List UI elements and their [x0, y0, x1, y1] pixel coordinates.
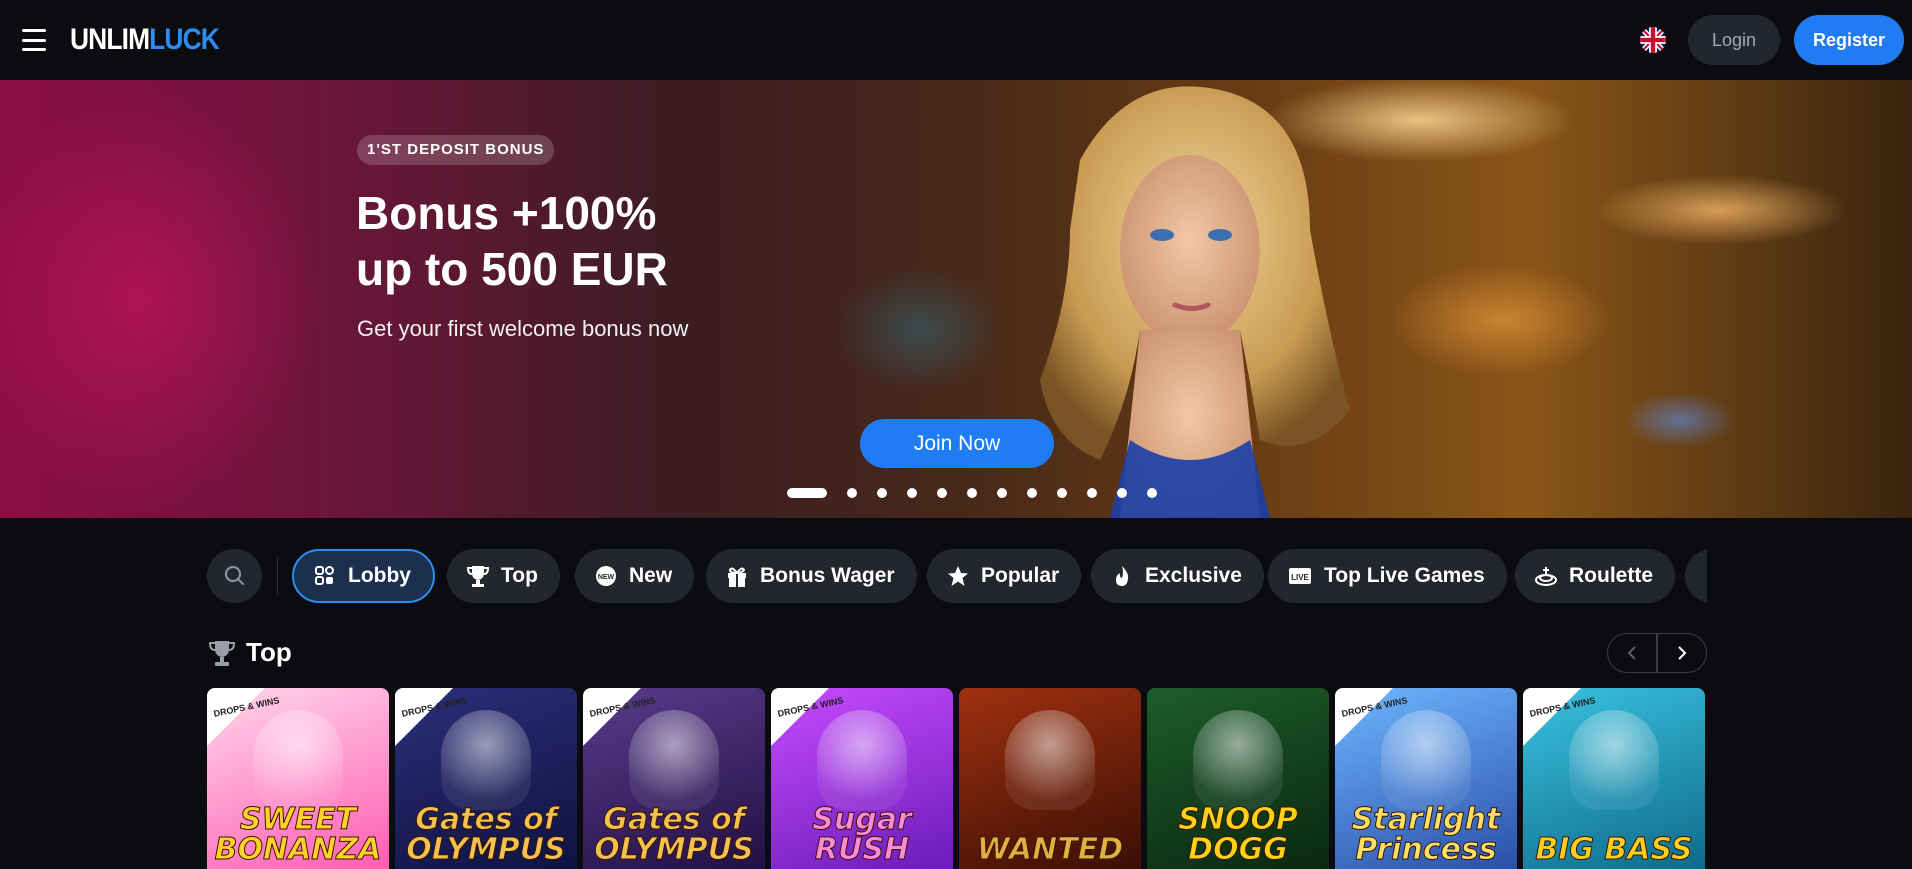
category-label: Lobby	[348, 564, 411, 587]
svg-text:NEW: NEW	[598, 574, 615, 581]
game-card[interactable]: DROPS & WINS SWEET BONANZA	[207, 688, 389, 869]
carousel-dot[interactable]	[907, 488, 917, 498]
category-label: Top	[501, 564, 538, 587]
logo-text-blue: LUCK	[149, 23, 220, 56]
carousel-dot[interactable]	[1117, 488, 1127, 498]
carousel-dot[interactable]	[1027, 488, 1037, 498]
roulette-icon	[1535, 567, 1557, 586]
game-title: SWEET BONANZA	[214, 802, 382, 867]
game-card[interactable]: DROPS & WINS Starlight Princess	[1335, 688, 1517, 869]
hero-title: Bonus +100% up to 500 EUR	[356, 185, 776, 297]
logo-text-white: UNLIM	[70, 23, 150, 56]
next-button[interactable]	[1657, 633, 1707, 673]
divider	[277, 557, 278, 595]
game-art	[1381, 710, 1471, 810]
hero-subtitle: Get your first welcome bonus now	[357, 316, 689, 341]
game-art	[1005, 710, 1095, 810]
category-label: Exclusive	[1145, 564, 1242, 587]
login-button[interactable]: Login	[1688, 15, 1780, 65]
hero-banner[interactable]: 1'ST DEPOSIT BONUS Bonus +100% up to 500…	[0, 80, 1912, 518]
game-title: Gates of OLYMPUS	[406, 802, 566, 867]
category-bar: Lobby Top NEW New Bonus Wager Popular Exclusiv…	[207, 549, 1707, 603]
join-now-button[interactable]: Join Now	[860, 419, 1054, 468]
hero-title-line2: up to 500 EUR	[356, 243, 668, 295]
site-logo[interactable]: UNLIMLUCK	[70, 22, 220, 58]
game-card[interactable]: DROPS & WINS Gates of OLYMPUS	[583, 688, 765, 869]
search-button[interactable]	[207, 549, 262, 603]
category-chip-more[interactable]	[1685, 549, 1707, 603]
new-badge-icon: NEW	[596, 566, 616, 586]
game-card[interactable]: WANTED	[959, 688, 1141, 869]
game-title: SNOOP DOGG	[1178, 802, 1299, 867]
hero-title-line1: Bonus +100%	[356, 187, 657, 239]
game-card[interactable]: DROPS & WINS Gates of OLYMPUS	[395, 688, 577, 869]
game-art	[1193, 710, 1283, 810]
game-card[interactable]: SNOOP DOGG	[1147, 688, 1329, 869]
category-chip-lobby[interactable]: Lobby	[292, 549, 435, 603]
carousel-dot[interactable]	[787, 488, 827, 498]
gift-icon	[728, 567, 746, 587]
category-label: New	[629, 564, 673, 587]
category-chip-bonus-wager[interactable]: Bonus Wager	[706, 549, 917, 603]
carousel-dot[interactable]	[1057, 488, 1067, 498]
chevron-right-icon	[1678, 646, 1687, 660]
game-card[interactable]: DROPS & WINS BIG BASS	[1523, 688, 1705, 869]
carousel-dot[interactable]	[997, 488, 1007, 498]
category-label: Bonus Wager	[760, 564, 895, 587]
hero-model-image	[1040, 86, 1350, 518]
category-chip-top[interactable]: Top	[447, 549, 560, 603]
carousel-dot[interactable]	[967, 488, 977, 498]
game-art	[629, 710, 719, 810]
carousel-dot[interactable]	[1087, 488, 1097, 498]
category-label: Top Live Games	[1324, 564, 1485, 587]
game-title: Gates of OLYMPUS	[594, 802, 754, 867]
game-art	[817, 710, 907, 810]
search-icon	[224, 565, 245, 586]
category-chip-exclusive[interactable]: Exclusive	[1091, 549, 1264, 603]
top-header: UNLIMLUCK Login Register	[0, 0, 1912, 80]
chevron-left-icon	[1627, 646, 1636, 660]
live-icon: LIVE	[1289, 568, 1311, 584]
game-title: Sugar RUSH	[812, 802, 912, 867]
section-title: Top	[246, 637, 292, 667]
star-icon	[948, 566, 968, 586]
flame-icon	[1116, 566, 1129, 586]
trophy-icon	[209, 641, 235, 666]
game-card[interactable]: DROPS & WINS Sugar RUSH	[771, 688, 953, 869]
game-title: WANTED	[976, 832, 1124, 867]
carousel-dot[interactable]	[847, 488, 857, 498]
lobby-icon	[315, 566, 334, 585]
register-button[interactable]: Register	[1794, 15, 1904, 65]
game-title: BIG BASS	[1535, 832, 1693, 867]
hero-badge: 1'ST DEPOSIT BONUS	[357, 135, 555, 165]
category-label: Popular	[981, 564, 1060, 587]
carousel-arrows	[1607, 633, 1707, 673]
category-chip-roulette[interactable]: Roulette	[1515, 549, 1675, 603]
uk-flag-icon[interactable]	[1640, 27, 1666, 53]
trophy-icon	[467, 566, 489, 587]
game-art	[1569, 710, 1659, 810]
prev-button[interactable]	[1607, 633, 1657, 673]
category-chip-popular[interactable]: Popular	[927, 549, 1082, 603]
category-chip-top-live-games[interactable]: LIVE Top Live Games	[1268, 549, 1507, 603]
category-chip-new[interactable]: NEW New	[575, 549, 695, 603]
carousel-dot[interactable]	[1147, 488, 1157, 498]
game-art	[253, 710, 343, 810]
menu-icon[interactable]	[22, 29, 46, 51]
game-title: Starlight Princess	[1351, 802, 1501, 867]
carousel-dot[interactable]	[937, 488, 947, 498]
carousel-dot[interactable]	[877, 488, 887, 498]
carousel-dots	[787, 488, 1177, 498]
svg-text:LIVE: LIVE	[1291, 573, 1309, 582]
category-label: Roulette	[1569, 564, 1653, 587]
game-art	[441, 710, 531, 810]
